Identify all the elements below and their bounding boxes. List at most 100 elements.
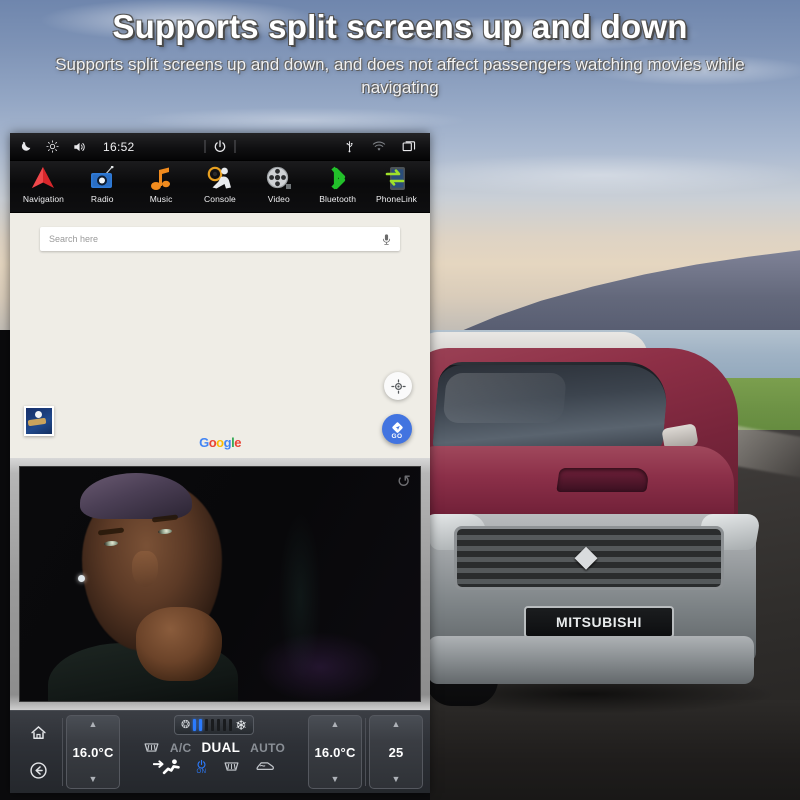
divider-right [234, 140, 236, 153]
app-label: Console [204, 194, 236, 204]
app-music[interactable]: Music [133, 164, 189, 204]
fan-speed-indicator[interactable]: ❂ ❄ [174, 715, 254, 735]
brightness-icon[interactable] [46, 140, 59, 153]
status-bar: 16:52 [10, 133, 430, 161]
pickup-truck: ◆ MITSUBISHI [398, 318, 800, 738]
app-phonelink[interactable]: PhoneLink [368, 164, 424, 204]
status-bar-clock: 16:52 [103, 139, 135, 154]
chevron-up-icon[interactable]: ▲ [89, 720, 98, 729]
ac-button[interactable]: A/C [170, 741, 192, 755]
satellite-layer-thumbnail[interactable] [24, 406, 54, 436]
fan-bar[interactable] [223, 719, 227, 731]
volume-value: 25 [388, 744, 404, 760]
fan-small-icon: ❂ [181, 718, 191, 731]
app-label: PhoneLink [375, 194, 418, 204]
volume-stepper[interactable]: ▲ 25 ▼ [369, 715, 423, 789]
climate-buttons-row-1: A/C DUAL AUTO [143, 740, 285, 755]
chevron-up-icon[interactable]: ▲ [331, 720, 340, 729]
left-temp-section: ▲ 16.0°C ▼ [63, 714, 123, 790]
fan-bar[interactable] [205, 719, 209, 731]
fan-bar[interactable] [211, 719, 215, 731]
nav-button-group [14, 714, 62, 790]
truck-hood-scoop [556, 468, 650, 492]
left-temperature-stepper[interactable]: ▲ 16.0°C ▼ [66, 715, 120, 789]
climate-power-label: ON [196, 768, 207, 775]
recent-apps-icon[interactable] [402, 140, 416, 153]
car-head-unit: 16:52 Navigation Radio Music Console Vid… [10, 133, 430, 793]
my-location-icon[interactable] [384, 372, 412, 400]
climate-center-zone: ❂ ❄ A/C DUAL AUTO ON [123, 714, 305, 790]
app-navigation[interactable]: Navigation [15, 164, 71, 204]
chevron-down-icon[interactable]: ▼ [89, 775, 98, 784]
dual-button[interactable]: DUAL [201, 740, 240, 755]
chevron-up-icon[interactable]: ▲ [392, 720, 401, 729]
page-subtitle: Supports split screens up and down, and … [55, 55, 745, 97]
app-label: Bluetooth [319, 194, 357, 204]
right-temp-section: ▲ 16.0°C ▼ [305, 714, 365, 790]
page-title: Supports split screens up and down [112, 8, 688, 45]
back-circle-icon[interactable] [29, 761, 48, 780]
fan-bar[interactable] [193, 719, 197, 731]
volume-icon[interactable] [72, 140, 86, 154]
fan-bar[interactable] [199, 719, 203, 731]
night-mode-icon[interactable] [20, 140, 33, 153]
windshield-defog-icon[interactable] [256, 760, 275, 773]
left-temperature-value: 16.0°C [72, 744, 114, 760]
fan-bar[interactable] [217, 719, 221, 731]
airflow-body-icon[interactable] [153, 758, 180, 775]
right-temperature-value: 16.0°C [314, 744, 356, 760]
steering-wheel-driver-icon [192, 164, 248, 192]
video-subject-nose [132, 551, 158, 587]
film-reel-icon [251, 164, 307, 192]
power-icon[interactable] [213, 139, 228, 154]
search-bar[interactable]: Search here [40, 227, 400, 251]
video-subject-earring [78, 575, 85, 582]
chevron-down-icon[interactable]: ▼ [392, 775, 401, 784]
headline-block: Supports split screens up and down Suppo… [0, 8, 800, 100]
app-label: Navigation [22, 194, 64, 204]
climate-power-toggle[interactable]: ON [196, 759, 207, 775]
radio-icon [74, 164, 130, 192]
right-temperature-stepper[interactable]: ▲ 16.0°C ▼ [308, 715, 362, 789]
google-attribution: Google [199, 435, 241, 450]
search-area: Search here [10, 213, 430, 251]
bluetooth-icon [310, 164, 366, 192]
wifi-icon[interactable] [372, 140, 386, 153]
map-view[interactable]: Search here GO Google [10, 213, 430, 458]
video-subject-hand [136, 607, 222, 681]
video-player[interactable]: ↺ [19, 466, 421, 702]
status-bar-right [343, 140, 420, 153]
app-label: Music [149, 194, 173, 204]
phone-link-icon [368, 164, 424, 192]
search-input[interactable]: Search here [49, 234, 382, 244]
fan-large-icon: ❄ [235, 717, 247, 733]
app-radio[interactable]: Radio [74, 164, 130, 204]
app-bluetooth[interactable]: Bluetooth [310, 164, 366, 204]
video-panel-frame: ↺ [10, 458, 430, 710]
chevron-down-icon[interactable]: ▼ [331, 775, 340, 784]
usb-icon[interactable] [343, 140, 356, 153]
app-video[interactable]: Video [251, 164, 307, 204]
home-icon[interactable] [29, 724, 48, 742]
status-bar-left: 16:52 [20, 140, 135, 154]
app-label: Radio [90, 194, 114, 204]
app-dock: Navigation Radio Music Console Video Blu… [10, 161, 430, 213]
music-note-icon [133, 164, 189, 192]
volume-section: ▲ 25 ▼ [366, 714, 426, 790]
power-button-group[interactable] [204, 139, 236, 154]
fan-bar[interactable] [229, 719, 233, 731]
divider-left [204, 140, 206, 153]
back-arrow-icon[interactable]: ↺ [397, 473, 411, 490]
app-label: Video [267, 194, 290, 204]
truck-windshield [432, 362, 670, 450]
microphone-icon[interactable] [382, 233, 391, 245]
climate-buttons-row-2: ON [153, 758, 275, 775]
rear-defrost-icon[interactable] [143, 741, 160, 754]
front-defrost-icon[interactable] [223, 760, 240, 773]
climate-control-bar: ▲ 16.0°C ▼ ❂ ❄ A/C DUAL AUTO ON ▲ 16.0°C… [10, 710, 430, 793]
auto-button[interactable]: AUTO [250, 741, 285, 755]
app-console[interactable]: Console [192, 164, 248, 204]
navigation-arrow-icon [15, 164, 71, 192]
mitsubishi-emblem-icon: ◆ [574, 540, 598, 573]
truck-bumper [428, 636, 754, 684]
